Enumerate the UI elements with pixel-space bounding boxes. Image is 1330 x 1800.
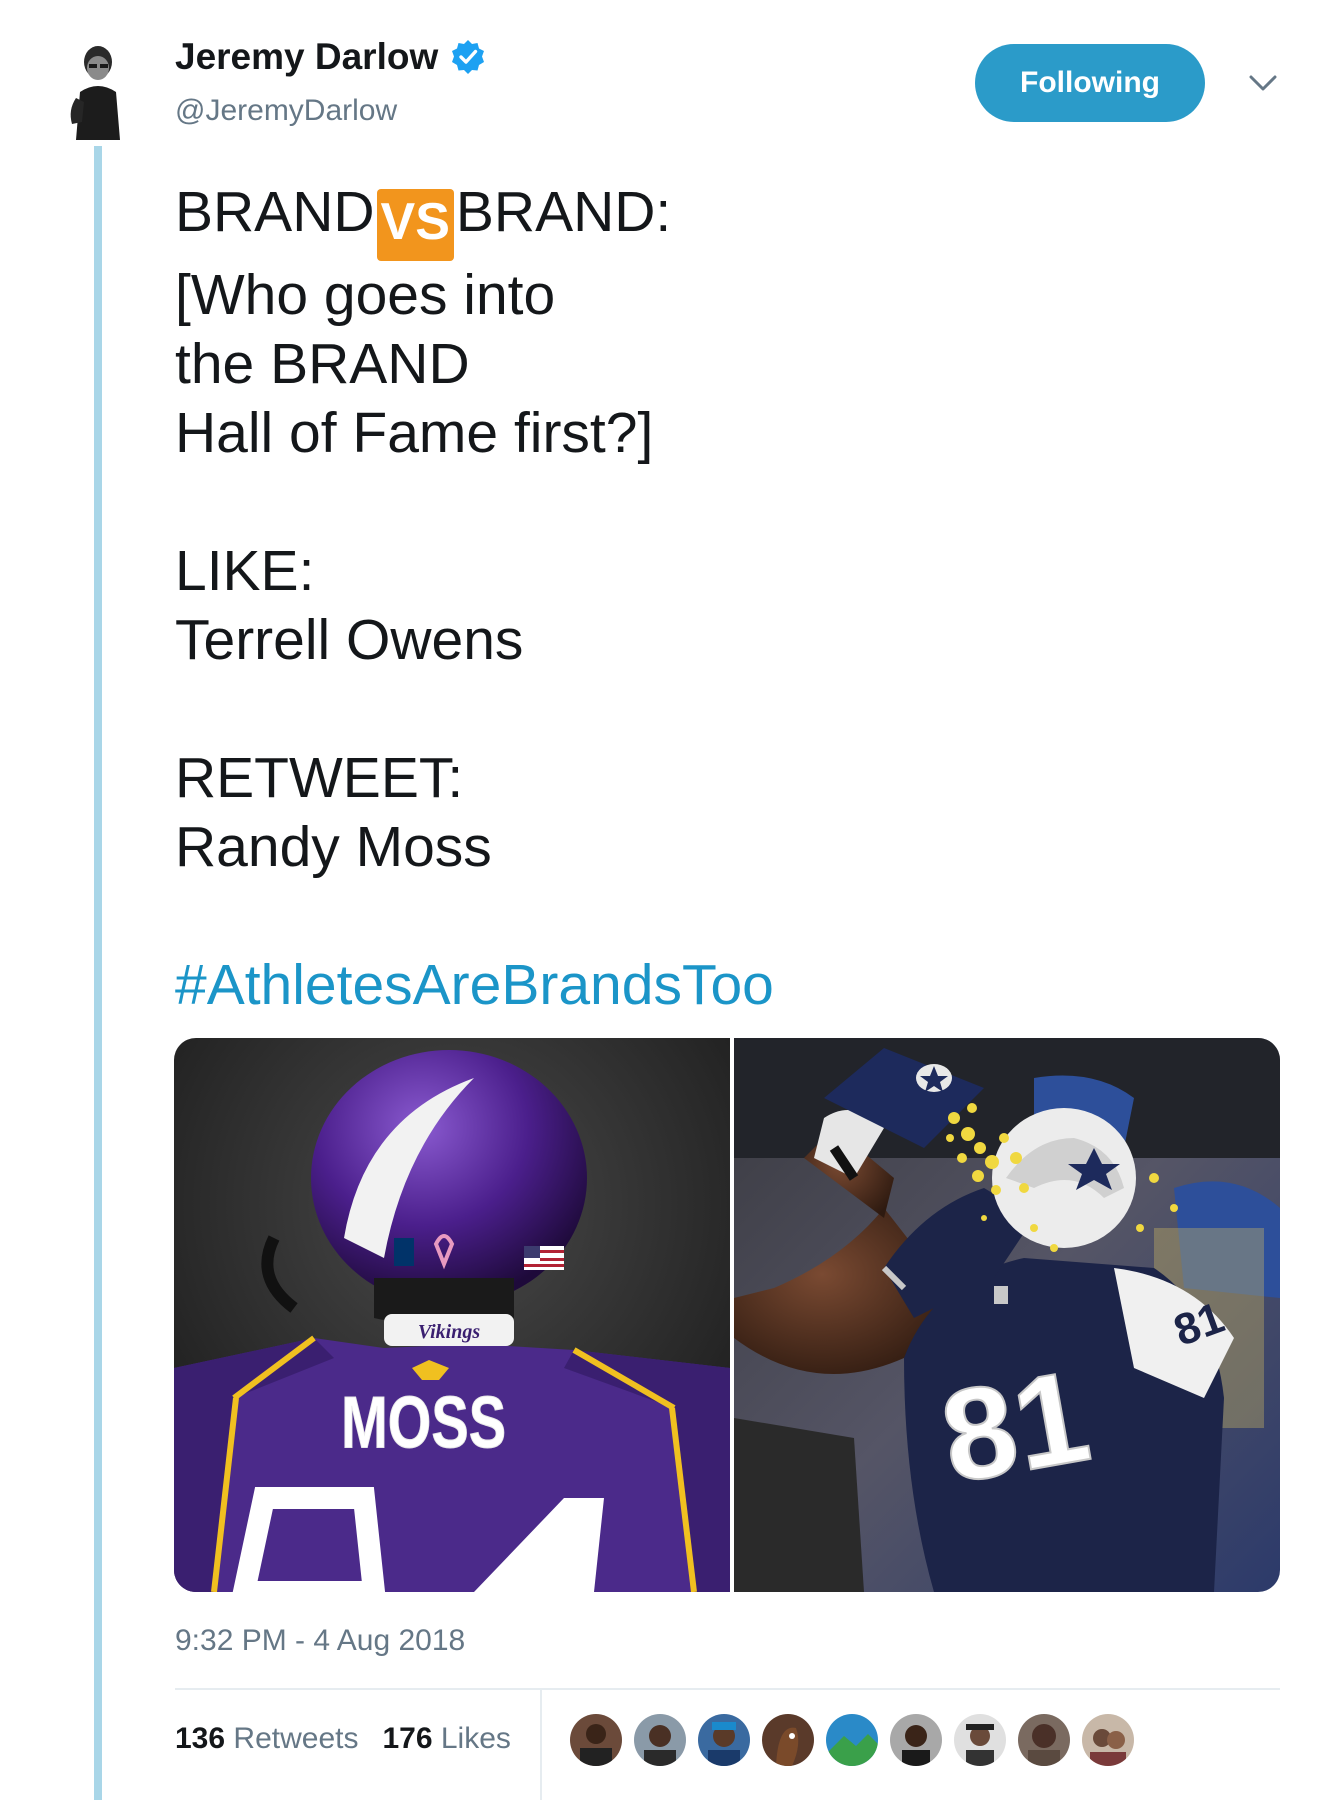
- like-name: Terrell Owens: [175, 608, 524, 672]
- photo-owens[interactable]: 81 81: [734, 1038, 1280, 1592]
- liker-avatar[interactable]: [1080, 1712, 1136, 1768]
- liker-avatar[interactable]: [632, 1712, 688, 1768]
- liker-avatars: [568, 1712, 1144, 1768]
- divider: [175, 1688, 1280, 1690]
- following-button[interactable]: Following: [975, 44, 1205, 122]
- author-name-row: Jeremy Darlow: [175, 36, 486, 78]
- liker-avatar[interactable]: [696, 1712, 752, 1768]
- brand-vs-brand-line: BRAND VS BRAND:: [175, 178, 1275, 261]
- photo-moss[interactable]: Vikings MOSS: [174, 1038, 730, 1592]
- vs-badge: VS: [376, 189, 454, 261]
- handle[interactable]: @JeremyDarlow: [175, 94, 397, 128]
- media-grid: Vikings MOSS 81 81: [174, 1038, 1280, 1592]
- chevron-down-icon[interactable]: [1248, 72, 1278, 94]
- likes-count: 176: [382, 1722, 433, 1755]
- liker-avatar[interactable]: [824, 1712, 880, 1768]
- retweets-stat[interactable]: 136 Retweets: [175, 1722, 358, 1756]
- tweet-stats: 136 Retweets 176 Likes: [175, 1722, 535, 1756]
- hashtag-link[interactable]: #AthletesAreBrandsToo: [175, 951, 1275, 1020]
- liker-avatar[interactable]: [1016, 1712, 1072, 1768]
- question-line-1: [Who goes into: [175, 263, 556, 327]
- retweet-label: RETWEET:: [175, 746, 464, 810]
- liker-avatar[interactable]: [888, 1712, 944, 1768]
- liker-avatar[interactable]: [568, 1712, 624, 1768]
- retweets-label: Retweets: [233, 1722, 359, 1755]
- verified-badge-icon: [450, 39, 486, 75]
- like-label: LIKE:: [175, 539, 315, 603]
- retweet-name: Randy Moss: [175, 815, 492, 879]
- retweets-count: 136: [175, 1722, 226, 1755]
- stats-divider: [540, 1690, 542, 1800]
- display-name[interactable]: Jeremy Darlow: [175, 36, 438, 78]
- tweet-timestamp[interactable]: 9:32 PM - 4 Aug 2018: [175, 1624, 465, 1658]
- tweet-text: BRAND VS BRAND: [Who goes into the BRAND H…: [175, 178, 1275, 1020]
- jersey-number: 81: [931, 1342, 1099, 1511]
- jersey-name: MOSS: [341, 1381, 506, 1463]
- likes-label: Likes: [440, 1722, 511, 1755]
- liker-avatar[interactable]: [760, 1712, 816, 1768]
- brand-left-text: BRAND: [175, 180, 375, 244]
- question-line-2: the BRAND: [175, 332, 470, 396]
- helmet-text: Vikings: [418, 1321, 480, 1343]
- liker-avatar[interactable]: [952, 1712, 1008, 1768]
- likes-stat[interactable]: 176 Likes: [382, 1722, 510, 1756]
- brand-right-text: BRAND:: [455, 180, 672, 244]
- thread-line: [94, 146, 102, 1800]
- question-line-3: Hall of Fame first?]: [175, 401, 654, 465]
- avatar[interactable]: [62, 40, 132, 140]
